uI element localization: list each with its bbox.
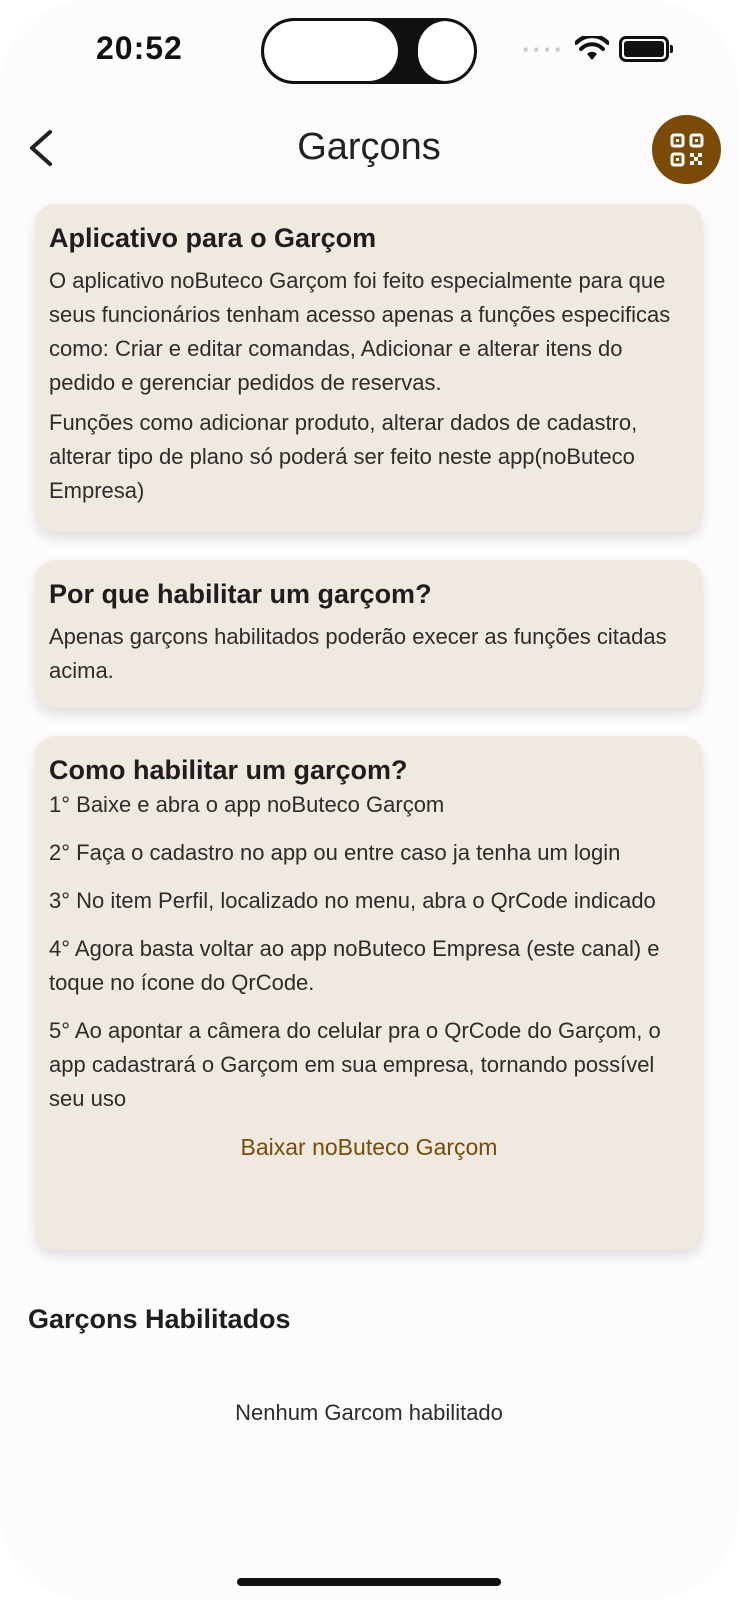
battery-icon	[618, 36, 673, 62]
signal-dots-icon: ····	[522, 33, 565, 64]
status-time: 20:52	[96, 30, 183, 66]
why-enable-text: Apenas garçons habilitados poderão exece…	[49, 624, 667, 683]
app-info-paragraph: Funções como adicionar produto, alterar …	[49, 410, 638, 503]
step-item: 2° Faça o cadastro no app ou entre caso …	[49, 840, 621, 865]
how-to-enable-card: Como habilitar um garçom? 1° Baixe e abr…	[35, 736, 703, 1250]
qrcode-button[interactable]	[652, 115, 721, 184]
dynamic-island	[261, 18, 477, 84]
step-item: 3° No item Perfil, localizado no menu, a…	[49, 888, 656, 913]
wifi-icon	[574, 36, 609, 60]
page-title: Garçons	[297, 126, 441, 168]
island-pill-right	[418, 21, 474, 81]
status-icons: ····	[522, 33, 673, 64]
step-item: 4° Agora basta voltar ao app noButeco Em…	[49, 936, 660, 995]
enabled-waiters-title: Garçons Habilitados	[28, 1304, 291, 1334]
island-pill-left	[264, 21, 398, 81]
qrcode-icon	[670, 133, 703, 166]
download-waiter-app-link[interactable]: Baixar noButeco Garçom	[49, 1134, 689, 1161]
step-item: 1° Baixe e abra o app noButeco Garçom	[49, 792, 445, 817]
how-to-enable-title: Como habilitar um garçom?	[49, 755, 408, 785]
step-item: 5° Ao apontar a câmera do celular pra o …	[49, 1018, 661, 1111]
app-info-paragraph: O aplicativo noButeco Garçom foi feito e…	[49, 268, 671, 395]
why-enable-card: Por que habilitar um garçom? Apenas garç…	[35, 560, 703, 708]
app-info-card: Aplicativo para o Garçom O aplicativo no…	[35, 204, 703, 532]
app-info-title: Aplicativo para o Garçom	[49, 223, 377, 253]
why-enable-title: Por que habilitar um garçom?	[49, 579, 432, 609]
empty-state-text: Nenhum Garcom habilitado	[235, 1400, 503, 1425]
home-indicator[interactable]	[237, 1578, 501, 1586]
screen: 20:52 ···· Garçons Aplicativo para o Gar…	[0, 0, 738, 1600]
